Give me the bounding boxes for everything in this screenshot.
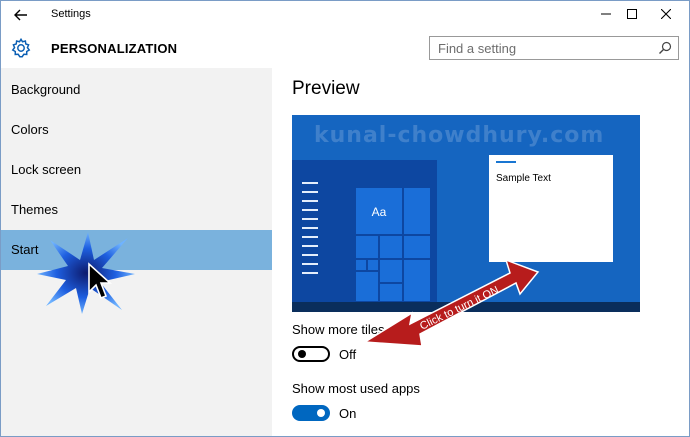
gear-icon	[11, 37, 31, 58]
sample-text: Sample Text	[496, 173, 551, 184]
close-icon	[660, 8, 672, 20]
settings-window: Settings PERSONALIZATION Background Colo…	[0, 0, 690, 437]
title-bar: Settings	[1, 1, 689, 29]
callout-arrow: Click to turn it ON	[362, 258, 540, 347]
show-most-used-apps-state: On	[339, 406, 357, 421]
callout-text: Click to turn it ON	[418, 284, 501, 333]
page-title: PERSONALIZATION	[51, 41, 178, 56]
menu-line	[302, 263, 318, 265]
search-box[interactable]	[429, 36, 679, 60]
tile	[403, 187, 431, 235]
show-more-tiles-state: Off	[339, 347, 357, 362]
sample-window-preview: Sample Text	[489, 155, 613, 262]
sidebar-item-colors[interactable]: Colors	[1, 110, 272, 150]
watermark-text: kunal-chowdhury.com	[314, 123, 605, 148]
show-most-used-apps-toggle[interactable]	[292, 405, 330, 421]
sidebar-item-themes[interactable]: Themes	[1, 190, 272, 230]
maximize-icon	[627, 9, 637, 19]
toggle-knob	[317, 409, 325, 417]
menu-line	[302, 245, 318, 247]
menu-line	[302, 191, 318, 193]
sidebar-item-background[interactable]: Background	[1, 70, 272, 110]
sidebar-item-lock-screen[interactable]: Lock screen	[1, 150, 272, 190]
menu-line	[302, 200, 318, 202]
tile-aa: Aa	[355, 187, 403, 235]
close-button[interactable]	[649, 1, 683, 29]
back-arrow-icon	[14, 9, 27, 21]
menu-line	[302, 254, 318, 256]
menu-line	[302, 227, 318, 229]
menu-line	[302, 182, 318, 184]
show-more-tiles-toggle[interactable]	[292, 346, 330, 362]
mouse-cursor-icon	[88, 262, 112, 300]
menu-line	[302, 218, 318, 220]
back-button[interactable]	[9, 5, 33, 25]
minimize-icon	[601, 13, 611, 15]
sample-accent-line	[496, 161, 516, 163]
maximize-button[interactable]	[615, 1, 649, 29]
search-icon[interactable]	[658, 41, 672, 55]
menu-line	[302, 209, 318, 211]
menu-line	[302, 236, 318, 238]
preview-heading: Preview	[292, 78, 360, 99]
window-title: Settings	[51, 8, 91, 20]
menu-line	[302, 272, 318, 274]
show-most-used-apps-label: Show most used apps	[292, 381, 420, 396]
toggle-knob	[298, 350, 306, 358]
search-input[interactable]	[438, 40, 648, 56]
